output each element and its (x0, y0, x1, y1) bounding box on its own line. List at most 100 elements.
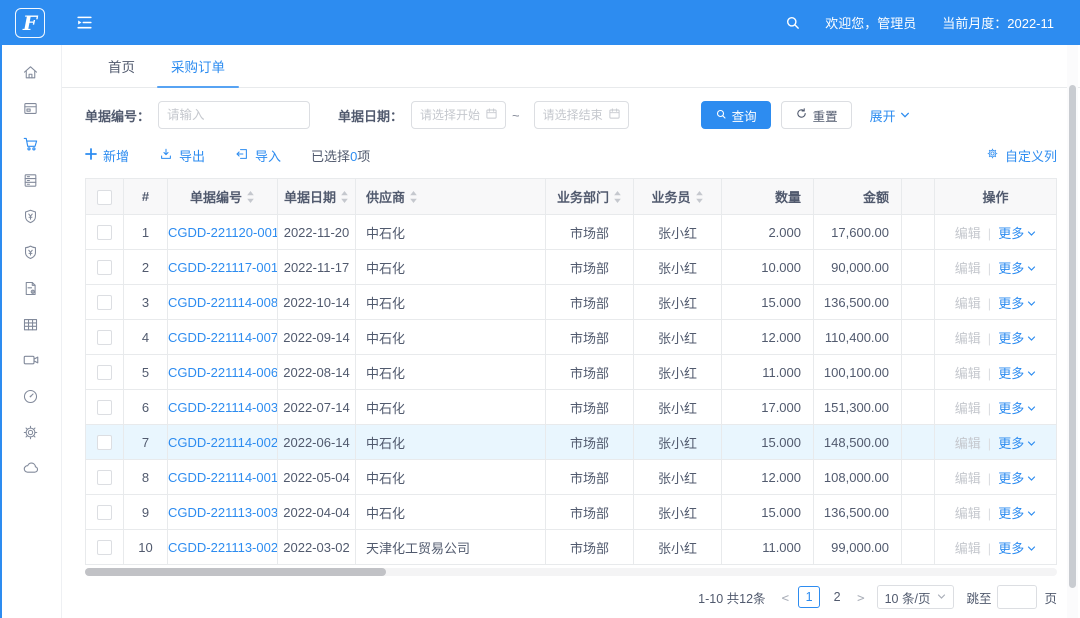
edit-action[interactable]: 编辑 (955, 471, 981, 486)
export-button[interactable]: 导出 (159, 146, 205, 165)
cell-doc_no[interactable]: CGDD-221113-002 (168, 530, 278, 565)
row-select-cell (86, 530, 124, 565)
more-action[interactable]: 更多 (998, 226, 1036, 241)
more-action[interactable]: 更多 (998, 261, 1036, 276)
chevron-down-icon (1024, 331, 1036, 346)
row-checkbox[interactable] (97, 330, 112, 345)
cell-doc_no[interactable]: CGDD-221114-006 (168, 355, 278, 390)
query-button[interactable]: 查询 (701, 101, 771, 129)
column-header-date[interactable]: 单据日期 (278, 179, 356, 215)
sort-icon[interactable] (695, 190, 704, 207)
edit-action[interactable]: 编辑 (955, 366, 981, 381)
edit-action[interactable]: 编辑 (955, 296, 981, 311)
page-size-select[interactable]: 10 条/页 (877, 585, 955, 609)
cell-doc_no[interactable]: CGDD-221114-001 (168, 460, 278, 495)
cell-doc_no[interactable]: CGDD-221114-002 (168, 425, 278, 460)
row-checkbox[interactable] (97, 365, 112, 380)
sidebar-item-settings[interactable] (0, 414, 61, 450)
date-start-input[interactable] (420, 108, 485, 122)
row-checkbox[interactable] (97, 540, 112, 555)
more-action[interactable]: 更多 (998, 366, 1036, 381)
prev-page-button[interactable]: < (776, 590, 796, 605)
more-action[interactable]: 更多 (998, 401, 1036, 416)
sidebar-item-dashboard[interactable] (0, 378, 61, 414)
sort-icon[interactable] (409, 190, 418, 207)
tab-purchase-orders[interactable]: 采购订单 (153, 45, 243, 87)
cell-supplier: 中石化 (356, 355, 546, 390)
row-actions-cell: 编辑|更多 (935, 355, 1057, 390)
doc-no-input[interactable] (158, 101, 310, 129)
edit-action[interactable]: 编辑 (955, 226, 981, 241)
more-action[interactable]: 更多 (998, 471, 1036, 486)
jump-page-input[interactable] (997, 585, 1037, 609)
column-header-doc_no[interactable]: 单据编号 (168, 179, 278, 215)
more-action[interactable]: 更多 (998, 541, 1036, 556)
sidebar-item-report[interactable] (0, 270, 61, 306)
cell-doc_no[interactable]: CGDD-221114-007 (168, 320, 278, 355)
sidebar-item-purchase[interactable] (0, 126, 61, 162)
date-end-input[interactable] (543, 108, 608, 122)
sort-icon[interactable] (246, 190, 255, 207)
row-checkbox[interactable] (97, 225, 112, 240)
column-header-salesperson[interactable]: 业务员 (634, 179, 722, 215)
row-checkbox[interactable] (97, 435, 112, 450)
cell-amount: 99,000.00 (814, 530, 902, 565)
column-header-supplier[interactable]: 供应商 (356, 179, 546, 215)
more-action[interactable]: 更多 (998, 436, 1036, 451)
sort-icon[interactable] (340, 190, 349, 207)
tab-home[interactable]: 首页 (90, 45, 153, 87)
import-button[interactable]: 导入 (235, 146, 281, 165)
sort-icon[interactable] (613, 190, 622, 207)
row-checkbox[interactable] (97, 505, 112, 520)
page-number-2[interactable]: 2 (826, 586, 848, 608)
app-logo[interactable]: F (15, 8, 45, 38)
edit-action[interactable]: 编辑 (955, 261, 981, 276)
row-actions-cell: 编辑|更多 (935, 390, 1057, 425)
cell-doc_no[interactable]: CGDD-221114-008 (168, 285, 278, 320)
sidebar-item-inventory[interactable] (0, 162, 61, 198)
date-start-picker[interactable] (411, 101, 506, 129)
sidebar-item-money-security[interactable] (0, 234, 61, 270)
more-action[interactable]: 更多 (998, 296, 1036, 311)
cell-doc_no[interactable]: CGDD-221114-003 (168, 390, 278, 425)
sidebar-item-video[interactable] (0, 342, 61, 378)
custom-columns-button[interactable]: 自定义列 (986, 146, 1057, 165)
search-icon[interactable] (784, 14, 801, 31)
add-button[interactable]: 新增 (85, 146, 129, 165)
sidebar-item-cloud[interactable] (0, 450, 61, 486)
page-number-1[interactable]: 1 (798, 586, 820, 608)
more-action[interactable]: 更多 (998, 506, 1036, 521)
cell-salesperson: 张小红 (634, 495, 722, 530)
cell-doc_no[interactable]: CGDD-221117-001 (168, 250, 278, 285)
more-action[interactable]: 更多 (998, 331, 1036, 346)
cell-amount: 100,100.00 (814, 355, 902, 390)
sidebar-item-billing[interactable] (0, 90, 61, 126)
expand-toggle[interactable]: 展开 (870, 106, 910, 125)
welcome-text[interactable]: 欢迎您，管理员 (825, 13, 916, 32)
sidebar-item-tables[interactable] (0, 306, 61, 342)
edit-action[interactable]: 编辑 (955, 436, 981, 451)
next-page-button[interactable]: > (851, 590, 871, 605)
cell-doc_no[interactable]: CGDD-221120-001 (168, 215, 278, 250)
edit-action[interactable]: 编辑 (955, 331, 981, 346)
cell-doc_no[interactable]: CGDD-221113-003 (168, 495, 278, 530)
row-checkbox[interactable] (97, 260, 112, 275)
vertical-scrollbar-thumb[interactable] (1069, 85, 1076, 588)
row-checkbox[interactable] (97, 295, 112, 310)
edit-action[interactable]: 编辑 (955, 506, 981, 521)
select-all-checkbox[interactable] (97, 190, 112, 205)
row-checkbox[interactable] (97, 470, 112, 485)
edit-action[interactable]: 编辑 (955, 401, 981, 416)
reset-button[interactable]: 重置 (781, 101, 852, 129)
sidebar-item-funds[interactable] (0, 198, 61, 234)
menu-unfold-icon[interactable] (75, 13, 94, 32)
row-checkbox[interactable] (97, 400, 112, 415)
topbar: F 欢迎您，管理员 当前月度：2022-11 (0, 0, 1080, 45)
date-end-picker[interactable] (534, 101, 629, 129)
sidebar-item-home[interactable] (0, 54, 61, 90)
horizontal-scrollbar[interactable] (85, 568, 1057, 576)
edit-action[interactable]: 编辑 (955, 541, 981, 556)
column-header-dept[interactable]: 业务部门 (546, 179, 634, 215)
calendar-icon (608, 107, 621, 123)
horizontal-scrollbar-thumb[interactable] (85, 568, 386, 576)
